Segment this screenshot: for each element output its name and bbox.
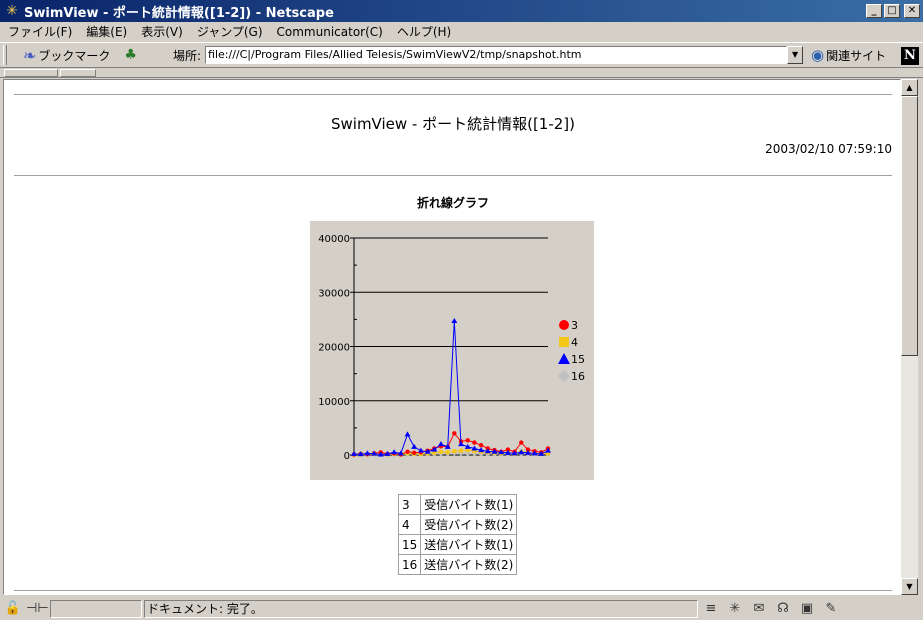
legend-desc-cell: 送信バイト数(2) bbox=[420, 554, 518, 575]
table-row: 16 送信バイト数(2) bbox=[397, 554, 518, 575]
y-tick-label: 40000 bbox=[318, 234, 350, 245]
y-tick-label: 20000 bbox=[318, 343, 350, 354]
series-3-point bbox=[405, 449, 410, 454]
status-text: ドキュメント: 完了。 bbox=[144, 599, 698, 618]
line-chart: 0 10000 20000 30000 40000 3 4 15 16 bbox=[310, 221, 594, 480]
page-title: SwimView - ポート統計情報([1-2]) bbox=[330, 115, 576, 133]
toolbar-grip[interactable] bbox=[3, 45, 7, 65]
series-4-point bbox=[459, 448, 464, 453]
composer-icon[interactable]: ✎ bbox=[820, 601, 842, 616]
series-3-point bbox=[519, 440, 524, 445]
legend-marker-15 bbox=[558, 353, 570, 364]
location-dropdown-button[interactable]: ▼ bbox=[787, 46, 804, 64]
scroll-up-button[interactable]: ▲ bbox=[901, 79, 918, 96]
series-15-line bbox=[353, 320, 549, 456]
legend-desc-cell: 受信バイト数(2) bbox=[420, 514, 518, 535]
menu-view[interactable]: 表示(V) bbox=[141, 23, 183, 40]
navigator-icon[interactable]: ✳ bbox=[724, 601, 746, 616]
legend-table: 3 受信バイト数(1) 4 受信バイト数(2) 15 送信バイト数(1) 16 … bbox=[397, 494, 518, 575]
series-15-point bbox=[351, 450, 357, 456]
legend-marker-3 bbox=[559, 320, 569, 330]
line-chart-svg: 0 10000 20000 30000 40000 3 4 15 16 bbox=[318, 234, 585, 462]
collapsed-toolbar-tab[interactable] bbox=[60, 69, 96, 77]
netscape-app-icon[interactable]: ✳ bbox=[4, 3, 20, 19]
collapsed-toolbar-tab[interactable] bbox=[4, 69, 58, 77]
related-sites-icon[interactable]: ◉ bbox=[811, 46, 824, 64]
y-tick-label: 0 bbox=[344, 451, 350, 462]
maximize-button[interactable]: □ bbox=[884, 4, 900, 18]
series-4-point bbox=[452, 449, 457, 454]
menu-communicator[interactable]: Communicator(C) bbox=[277, 25, 383, 39]
legend-port-cell: 4 bbox=[397, 514, 422, 535]
series-3-point bbox=[412, 450, 417, 456]
progress-panel bbox=[50, 599, 142, 618]
location-toolbar: ❧ ブックマーク ♣ 場所: file:///C|/Program Files/… bbox=[0, 42, 923, 68]
page-content: SwimView - ポート統計情報([1-2]) 2003/02/10 07:… bbox=[3, 79, 901, 595]
menu-go[interactable]: ジャンプ(G) bbox=[197, 23, 263, 40]
status-bar: 🔓 ⊣⊢ ドキュメント: 完了。 ≡ ✳ ✉ ☊ ▣ ✎ bbox=[0, 597, 923, 620]
location-label: 場所: bbox=[172, 48, 202, 63]
bottom-divider bbox=[14, 590, 892, 592]
series-3-point bbox=[472, 440, 477, 445]
series-4-point bbox=[445, 450, 450, 455]
component-bar-grip-icon[interactable]: ≡ bbox=[700, 601, 722, 616]
vertical-scrollbar[interactable]: ▲ ▼ bbox=[901, 79, 918, 595]
bookmark-icon[interactable]: ❧ bbox=[23, 46, 36, 65]
mail-icon[interactable]: ✉ bbox=[748, 601, 770, 616]
security-lock-icon[interactable]: 🔓 bbox=[2, 601, 24, 616]
legend-port-cell: 3 bbox=[397, 494, 422, 515]
location-input[interactable]: file:///C|/Program Files/Allied Telesis/… bbox=[205, 46, 788, 64]
minimize-button[interactable]: _ bbox=[866, 4, 882, 18]
legend-desc-cell: 受信バイト数(1) bbox=[420, 494, 518, 515]
menu-file[interactable]: ファイル(F) bbox=[8, 23, 72, 40]
table-row: 15 送信バイト数(1) bbox=[397, 534, 518, 555]
page-proxy-icon[interactable]: ♣ bbox=[124, 47, 137, 63]
series-4-point bbox=[438, 449, 443, 454]
bookmarks-button[interactable]: ブックマーク bbox=[38, 47, 110, 64]
scroll-down-button[interactable]: ▼ bbox=[901, 578, 918, 595]
address-book-icon[interactable]: ▣ bbox=[796, 601, 818, 616]
related-sites-button[interactable]: 関連サイト bbox=[826, 47, 886, 64]
series-3-point bbox=[478, 443, 484, 448]
table-row: 3 受信バイト数(1) bbox=[397, 494, 518, 515]
legend-label-3: 3 bbox=[571, 319, 578, 332]
table-row: 4 受信バイト数(2) bbox=[397, 514, 518, 535]
legend-desc-cell: 送信バイト数(1) bbox=[420, 534, 518, 555]
header-divider bbox=[14, 175, 892, 177]
legend-marker-4 bbox=[559, 337, 569, 347]
menu-edit[interactable]: 編集(E) bbox=[86, 23, 127, 40]
toolbar-tab-strip bbox=[0, 68, 923, 78]
title-bar[interactable]: ✳ SwimView - ポート統計情報([1-2]) - Netscape _… bbox=[0, 0, 923, 22]
legend-label-16: 16 bbox=[571, 370, 585, 383]
y-tick-label: 10000 bbox=[318, 397, 350, 408]
legend-port-cell: 15 bbox=[397, 534, 422, 555]
series-3-point bbox=[452, 431, 457, 436]
legend-port-cell: 16 bbox=[397, 554, 422, 575]
top-divider bbox=[14, 94, 892, 96]
connection-icon[interactable]: ⊣⊢ bbox=[26, 601, 49, 616]
series-15-point bbox=[451, 318, 458, 324]
legend-label-4: 4 bbox=[571, 336, 578, 349]
series-15-point bbox=[417, 447, 424, 453]
legend-label-15: 15 bbox=[571, 353, 585, 366]
y-tick-label: 30000 bbox=[318, 288, 350, 299]
series-15-point bbox=[404, 431, 411, 437]
window-title: SwimView - ポート統計情報([1-2]) - Netscape bbox=[24, 5, 334, 21]
series-3-point bbox=[465, 438, 470, 443]
legend-marker-16 bbox=[558, 370, 570, 382]
menu-bar: ファイル(F) 編集(E) 表示(V) ジャンプ(G) Communicator… bbox=[0, 22, 923, 41]
series-15-point bbox=[391, 449, 398, 455]
series-15-point bbox=[411, 443, 418, 449]
newsgroups-icon[interactable]: ☊ bbox=[772, 601, 794, 616]
page-timestamp: 2003/02/10 07:59:10 bbox=[765, 142, 892, 156]
scroll-thumb[interactable] bbox=[901, 96, 918, 356]
series-15-point bbox=[437, 441, 444, 447]
close-button[interactable]: ✕ bbox=[904, 4, 920, 18]
chart-heading: 折れ線グラフ bbox=[416, 196, 489, 210]
series-15-point bbox=[364, 450, 371, 456]
netscape-logo-icon[interactable]: N bbox=[901, 47, 919, 65]
menu-help[interactable]: ヘルプ(H) bbox=[397, 23, 451, 40]
